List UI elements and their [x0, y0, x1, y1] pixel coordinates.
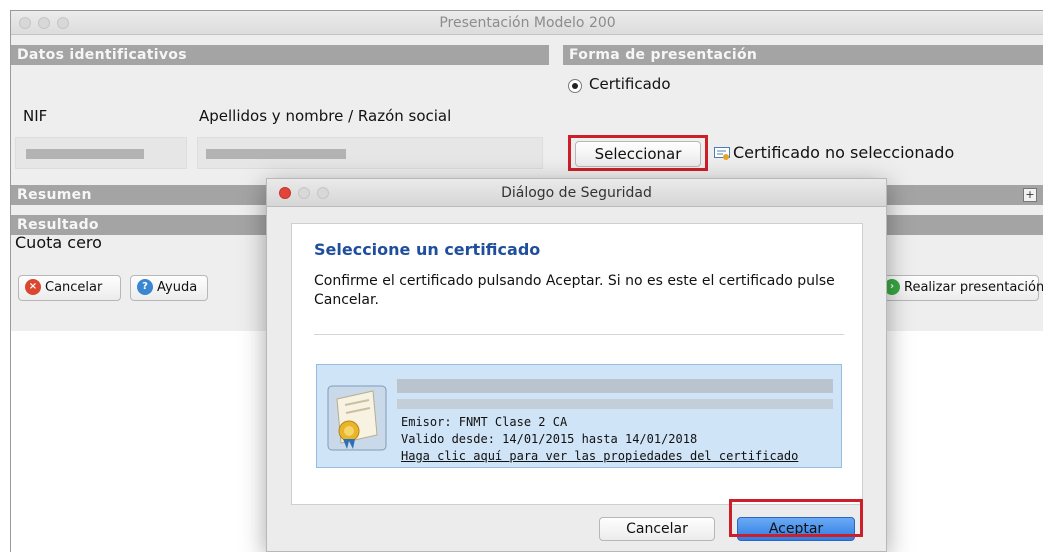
ayuda-button[interactable]: ? Ayuda: [130, 275, 208, 301]
certificate-emisor: Emisor: FNMT Clase 2 CA: [401, 415, 568, 429]
certificate-subject-blurred-2: [397, 399, 833, 409]
realizar-presentacion-button[interactable]: › Realizar presentación: [877, 275, 1043, 301]
certificate-properties-link[interactable]: Haga clic aquí para ver las propiedades …: [401, 449, 798, 463]
cancelar-label: Cancelar: [45, 280, 103, 295]
dialog-message: Confirme el certificado pulsando Aceptar…: [314, 273, 835, 308]
certificado-status: Certificado no seleccionado: [733, 143, 955, 162]
nombre-label: Apellidos y nombre / Razón social: [199, 107, 452, 125]
expand-icon[interactable]: +: [1023, 188, 1037, 202]
ayuda-label: Ayuda: [157, 280, 198, 295]
nif-label: NIF: [23, 107, 48, 125]
nombre-field[interactable]: [197, 137, 543, 169]
certificate-icon: [714, 147, 730, 161]
window-title: Presentación Modelo 200: [439, 15, 616, 31]
cancelar-button[interactable]: × Cancelar: [18, 275, 121, 301]
seleccionar-highlight: [568, 135, 708, 171]
accept-highlight: [729, 499, 863, 537]
nif-field[interactable]: [15, 137, 187, 169]
certificate-seal-icon: [327, 385, 387, 451]
section-datos-identificativos: Datos identificativos: [11, 45, 549, 65]
certificate-item[interactable]: Emisor: FNMT Clase 2 CA Valido desde: 14…: [316, 364, 842, 468]
security-dialog: Diálogo de Seguridad Seleccione un certi…: [266, 178, 887, 552]
certificate-subject-blurred: [397, 379, 833, 393]
cancel-icon: ×: [25, 278, 41, 295]
certificado-radio[interactable]: [568, 79, 582, 93]
dialog-divider: [314, 334, 844, 335]
help-icon: ?: [137, 278, 153, 295]
dialog-cancel-button[interactable]: Cancelar: [599, 517, 715, 541]
certificado-radio-label: Certificado: [589, 75, 671, 93]
title-bar: Presentación Modelo 200: [11, 11, 1043, 35]
resultado-value: Cuota cero: [15, 233, 102, 252]
dialog-panel: Seleccione un certificado Confirme el ce…: [291, 223, 863, 505]
dialog-title-bar: Diálogo de Seguridad: [267, 179, 886, 207]
dialog-title: Diálogo de Seguridad: [501, 185, 652, 201]
certificate-validity: Valido desde: 14/01/2015 hasta 14/01/201…: [401, 432, 698, 446]
section-forma-presentacion: Forma de presentación: [563, 45, 1043, 65]
dialog-heading: Seleccione un certificado: [314, 240, 541, 259]
realizar-label: Realizar presentación: [904, 280, 1043, 295]
